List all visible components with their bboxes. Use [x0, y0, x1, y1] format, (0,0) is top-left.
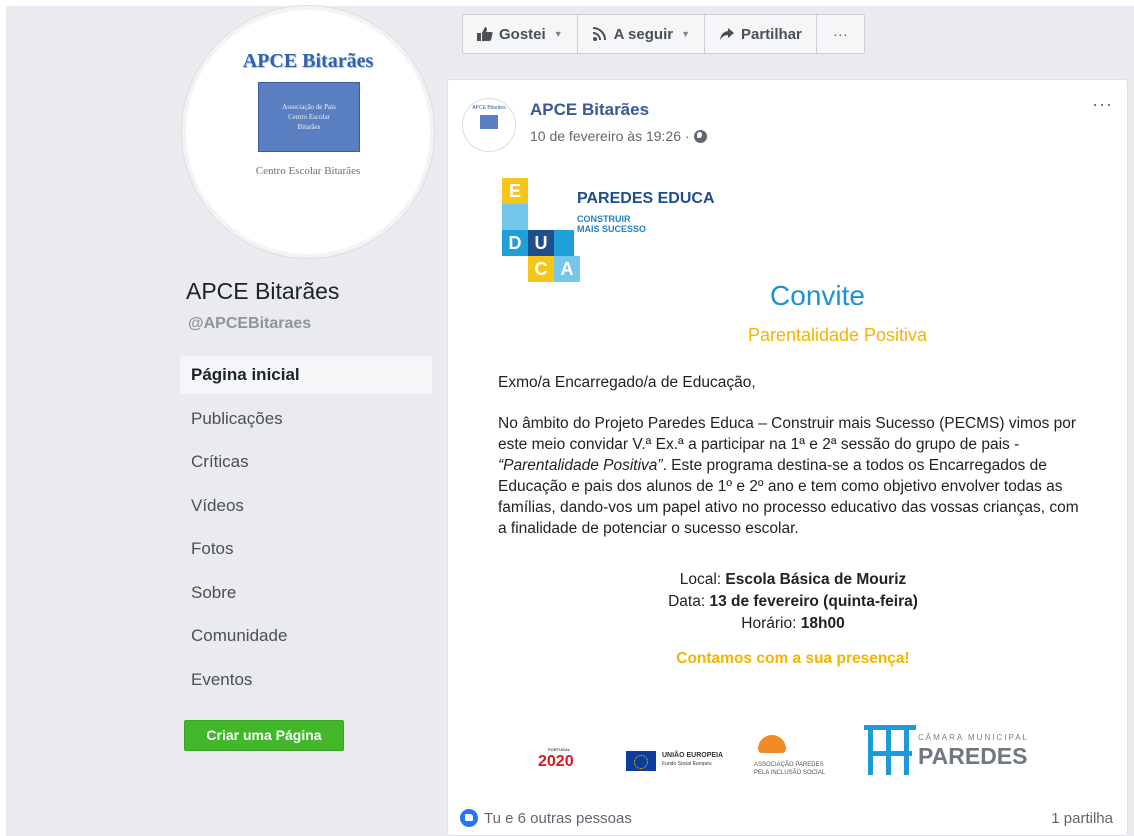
logo-letter-e: E [502, 178, 528, 204]
chevron-down-icon: ▼ [681, 29, 690, 39]
create-page-button[interactable]: Criar uma Página [184, 720, 344, 751]
eu-flag-icon [626, 751, 656, 771]
flyer-closing: Contamos com a sua presença! [676, 650, 910, 667]
flyer-date: Data: 13 de fevereiro (quinta-feira) [498, 593, 1088, 611]
time-value: 18h00 [800, 615, 845, 632]
flyer-location: Local: Escola Básica de Mouriz [498, 571, 1088, 589]
location-value: Escola Básica de Mouriz [725, 571, 907, 588]
page-nav: Página inicial Publicações Críticas Víde… [180, 356, 432, 704]
flyer-body: Exmo/a Encarregado/a de Educação, No âmb… [498, 372, 1088, 539]
nav-item-about[interactable]: Sobre [180, 574, 432, 618]
page-handle[interactable]: @APCEBitaraes [188, 315, 311, 333]
portugal-2020-text: 2020 [538, 753, 574, 770]
flyer-body-part: No âmbito do Projeto Paredes Educa – Con… [498, 415, 1077, 453]
flyer-heading: Convite [770, 280, 865, 311]
page-action-bar: Gostei ▼ A seguir ▼ Partilhar ··· [462, 14, 865, 54]
program-sub-line: CONSTRUIR [577, 214, 631, 224]
association-logo-icon [758, 735, 786, 753]
profile-picture-box: Associação de Pais Centro Escolar Bitarã… [258, 82, 360, 152]
logo-letter-c: C [528, 256, 554, 282]
nav-item-community[interactable]: Comunidade [180, 617, 432, 661]
profile-box-line: Centro Escolar [288, 113, 330, 121]
program-sub-line: MAIS SUCESSO [577, 224, 647, 234]
eu-name: UNIÃO EUROPEIA [662, 752, 724, 759]
thumbs-up-icon [477, 27, 493, 41]
program-subtitle: CONSTRUIR MAIS SUCESSO [577, 214, 697, 234]
shares-count[interactable]: 1 partilha [1051, 810, 1113, 827]
profile-picture[interactable]: APCE Bitarães Associação de Pais Centro … [182, 6, 434, 258]
eu-fund: Fundo Social Europeu [662, 761, 712, 767]
post-footer: Tu e 6 outras pessoas 1 partilha [460, 801, 1113, 835]
nav-item-videos[interactable]: Vídeos [180, 487, 432, 531]
date-value: 13 de fevereiro (quinta-feira) [709, 593, 918, 610]
flyer-body-emphasis: “Parentalidade Positiva” [498, 457, 663, 474]
avatar-mini-title: APCE Bitarães [472, 105, 506, 111]
rss-icon [592, 27, 608, 41]
logo-fill [502, 204, 528, 230]
logo-letter-u: U [528, 230, 554, 256]
post-image[interactable]: E D U C A PAREDES EDUCA CONSTRUIR MAIS S… [448, 176, 1127, 806]
profile-box-line: Associação de Pais [282, 103, 336, 111]
portugal-2020-logo: PORTUGAL 2020 [538, 747, 574, 771]
logo-letter-d: D [502, 230, 528, 256]
date-label: Data: [668, 593, 710, 610]
follow-button[interactable]: A seguir ▼ [578, 15, 705, 53]
camara-municipal-logo-icon [864, 715, 916, 775]
nav-item-posts[interactable]: Publicações [180, 400, 432, 444]
camara-municipal-name: PAREDES [918, 743, 1028, 769]
nav-item-home[interactable]: Página inicial [180, 356, 432, 394]
reactions-summary[interactable]: Tu e 6 outras pessoas [460, 809, 632, 827]
sponsor-logos: PORTUGAL 2020 UNIÃO EUROPEIA Fundo Socia… [448, 721, 1127, 791]
like-page-label: Gostei [499, 25, 546, 43]
reactions-text: Tu e 6 outras pessoas [484, 809, 632, 827]
nav-item-events[interactable]: Eventos [180, 661, 432, 705]
flyer-greeting: Exmo/a Encarregado/a de Educação, [498, 374, 756, 391]
assoc-line: ASSOCIAÇÃO PAREDES [754, 762, 824, 768]
logo-fill [554, 230, 574, 256]
post-author-name[interactable]: APCE Bitarães [530, 100, 649, 120]
post-author-avatar[interactable]: APCE Bitarães [462, 98, 516, 152]
post-options-button[interactable]: ··· [1092, 94, 1113, 115]
profile-picture-subtitle: Centro Escolar Bitarães [255, 165, 361, 177]
page-name[interactable]: APCE Bitarães [186, 278, 339, 305]
camara-municipal-title: CÂMARA MUNICIPAL [918, 733, 1029, 742]
like-page-button[interactable]: Gostei ▼ [463, 15, 578, 53]
more-options-button[interactable]: ··· [817, 15, 864, 53]
assoc-line: PELA INCLUSÃO SOCIAL [754, 770, 826, 776]
profile-picture-title: APCE Bitarães [242, 50, 374, 72]
chevron-down-icon: ▼ [553, 29, 563, 39]
post-meta: 10 de fevereiro às 19:26 · [530, 128, 707, 144]
follow-label: A seguir [613, 25, 674, 43]
share-label: Partilhar [741, 25, 802, 43]
location-label: Local: [679, 571, 726, 588]
globe-icon[interactable] [693, 129, 707, 143]
post-card: APCE Bitarães APCE Bitarães 10 de fevere… [447, 79, 1128, 836]
portugal-2020-top: PORTUGAL [548, 747, 571, 752]
post-timestamp[interactable]: 10 de fevereiro às 19:26 · [530, 128, 690, 144]
share-button[interactable]: Partilhar [705, 15, 817, 53]
like-reaction-icon [460, 809, 478, 827]
share-arrow-icon [719, 27, 735, 41]
avatar-mini-box [480, 115, 498, 129]
association-logo-text: ASSOCIAÇÃO PAREDES PELA INCLUSÃO SOCIAL [754, 761, 825, 777]
nav-item-reviews[interactable]: Críticas [180, 443, 432, 487]
eu-logo-text: UNIÃO EUROPEIA Fundo Social Europeu [662, 751, 723, 769]
flyer-subheading: Parentalidade Positiva [747, 325, 928, 345]
profile-box-line: Bitarães [297, 123, 321, 131]
nav-item-photos[interactable]: Fotos [180, 530, 432, 574]
flyer-time: Horário: 18h00 [498, 615, 1088, 633]
program-title: PAREDES EDUCA [577, 190, 715, 207]
logo-letter-a: A [554, 256, 580, 282]
flyer-paragraph: No âmbito do Projeto Paredes Educa – Con… [498, 413, 1088, 539]
time-label: Horário: [741, 615, 801, 632]
